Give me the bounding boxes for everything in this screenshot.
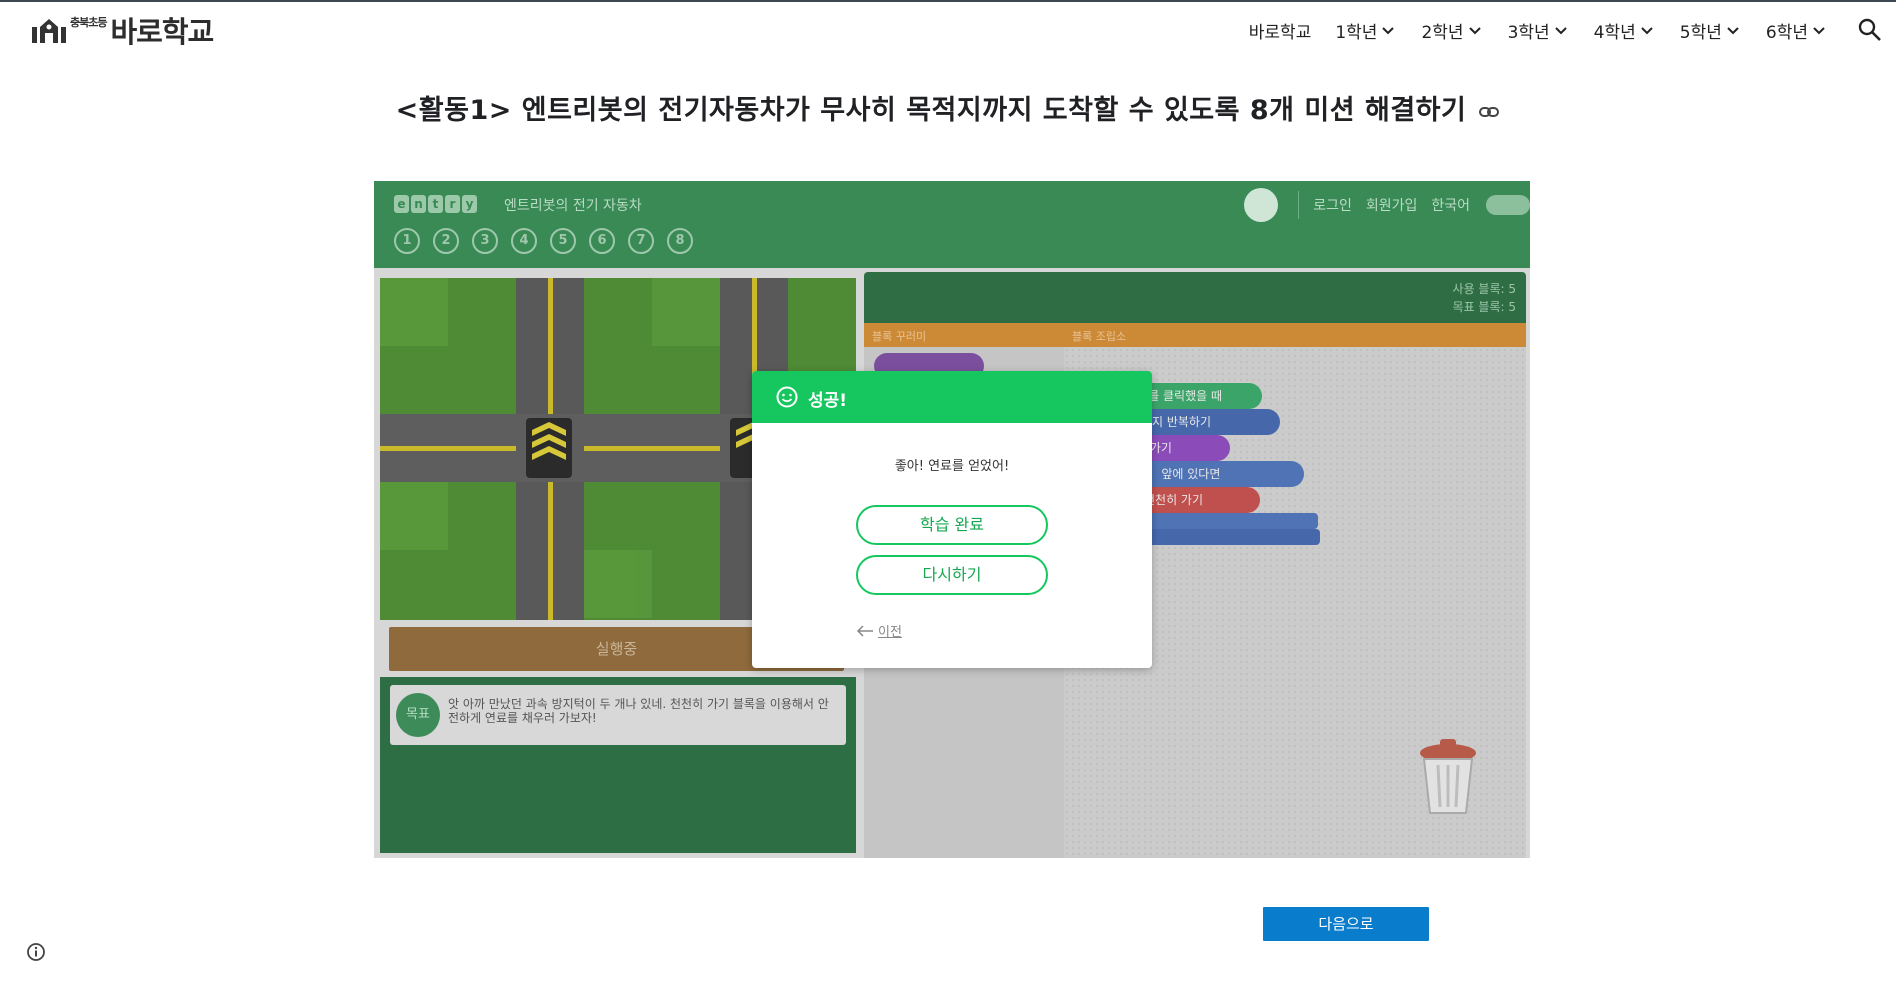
step-4[interactable]: 4 (511, 228, 537, 254)
step-6[interactable]: 6 (589, 228, 615, 254)
logo-subtext: 충북초등 (70, 16, 107, 29)
next-button[interactable]: 다음으로 (1263, 907, 1429, 941)
toggle-switch[interactable] (1486, 195, 1530, 215)
site-header: 충북초등 바로학교 바로학교 1학년 2학년 3학년 4학년 5학년 6학년 (0, 2, 1896, 58)
entry-logo-letter: n (411, 195, 426, 213)
chevron-down-icon (1641, 27, 1653, 35)
search-icon[interactable] (1856, 16, 1884, 44)
entry-header-right: 로그인 회원가입 한국어 (1244, 187, 1530, 223)
nav-label: 3학년 (1507, 22, 1550, 43)
step-2[interactable]: 2 (433, 228, 459, 254)
site-logo[interactable]: 충북초등 바로학교 (30, 12, 214, 49)
entry-logo-letter: t (428, 195, 443, 213)
goal-panel: 목표 앗 아까 만났던 과속 방지턱이 두 개나 있네. 천천히 가기 블록을 … (380, 677, 856, 853)
chevron-down-icon (1813, 27, 1825, 35)
nav-item-grade1[interactable]: 1학년 (1323, 16, 1409, 44)
mission-steps: 1 2 3 4 5 6 7 8 (394, 228, 693, 254)
chevron-down-icon (1727, 27, 1739, 35)
page-title: <활동1> 엔트리봇의 전기자동차가 무사히 목적지까지 도착할 수 있도록 8… (0, 88, 1896, 127)
arrow-left-icon (856, 624, 873, 637)
nav-label: 1학년 (1335, 22, 1378, 43)
success-dialog: 성공! 좋아! 연료를 얻었어! 학습 완료 다시하기 이전 (752, 371, 1152, 668)
chevron-down-icon (1468, 27, 1481, 35)
nav-label: 5학년 (1679, 22, 1722, 43)
block-label: 천천히 가기 (1144, 493, 1204, 507)
tab-palette[interactable]: 블록 꾸러미 (872, 328, 926, 344)
entry-header: e n t r y 엔트리봇의 전기 자동차 1 2 3 4 5 6 7 8 로… (374, 181, 1530, 268)
goal-box: 목표 앗 아까 만났던 과속 방지턱이 두 개나 있네. 천천히 가기 블록을 … (390, 685, 846, 745)
prev-label: 이전 (878, 625, 902, 640)
link-icon[interactable] (1478, 101, 1500, 123)
nav-label: 바로학교 (1248, 22, 1312, 43)
page-title-text: <활동1> 엔트리봇의 전기자동차가 무사히 목적지까지 도착할 수 있도록 8… (395, 95, 1467, 126)
prev-link[interactable]: 이전 (856, 621, 902, 640)
tab-assembly[interactable]: 블록 조립소 (1072, 328, 1126, 344)
step-1[interactable]: 1 (394, 228, 420, 254)
nav-label: 4학년 (1593, 22, 1636, 43)
smile-icon (776, 386, 798, 408)
document-icon[interactable] (1244, 188, 1279, 222)
dialog-message: 좋아! 연료를 얻었어! (894, 459, 1010, 474)
panel-tabs: 블록 꾸러미 블록 조립소 (864, 323, 1526, 347)
entry-logo-letter: r (445, 195, 460, 213)
step-8[interactable]: 8 (667, 228, 693, 254)
signup-link[interactable]: 회원가입 (1366, 195, 1418, 215)
school-logo-icon (32, 19, 66, 43)
entry-logo: e n t r y (394, 195, 477, 213)
block-label: 앞에 있다면 (1161, 467, 1221, 481)
retry-button[interactable]: 다시하기 (856, 555, 1048, 595)
nav-item-grade2[interactable]: 2학년 (1409, 16, 1495, 44)
nav-label: 2학년 (1421, 22, 1464, 43)
logo-text: 바로학교 (110, 15, 214, 49)
complete-button[interactable]: 학습 완료 (856, 505, 1048, 545)
nav-label: 6학년 (1765, 22, 1808, 43)
nav-item-grade6[interactable]: 6학년 (1754, 16, 1840, 44)
language-select[interactable]: 한국어 (1431, 195, 1470, 215)
info-icon[interactable] (26, 942, 46, 962)
main-nav: 바로학교 1학년 2학년 3학년 4학년 5학년 6학년 (1237, 16, 1840, 44)
block-slow[interactable]: 천천히 가기 (1134, 487, 1260, 513)
goal-badge: 목표 (396, 693, 440, 737)
nav-item-grade5[interactable]: 5학년 (1668, 16, 1754, 44)
goal-text: 앗 아까 만났던 과속 방지턱이 두 개나 있네. 천천히 가기 블록을 이용해… (448, 697, 829, 725)
step-7[interactable]: 7 (628, 228, 654, 254)
entry-logo-letter: e (394, 195, 409, 213)
login-link[interactable]: 로그인 (1313, 195, 1352, 215)
chevron-down-icon (1554, 27, 1567, 35)
header-divider (1298, 191, 1300, 219)
nav-item-home[interactable]: 바로학교 (1237, 16, 1324, 44)
dialog-header: 성공! (752, 371, 1152, 423)
nav-item-grade4[interactable]: 4학년 (1582, 16, 1668, 44)
step-3[interactable]: 3 (472, 228, 498, 254)
entry-logo-letter: y (462, 195, 477, 213)
nav-item-grade3[interactable]: 3학년 (1496, 16, 1582, 44)
used-block-count: 사용 블록: 5 (1452, 282, 1516, 296)
block-count: 사용 블록: 5 목표 블록: 5 (864, 272, 1526, 323)
step-5[interactable]: 5 (550, 228, 576, 254)
chevron-down-icon (1382, 27, 1395, 35)
dialog-title: 성공! (808, 391, 848, 411)
target-block-count: 목표 블록: 5 (1452, 300, 1516, 314)
entry-title: 엔트리봇의 전기 자동차 (504, 198, 642, 214)
trash-icon[interactable] (1418, 735, 1478, 817)
